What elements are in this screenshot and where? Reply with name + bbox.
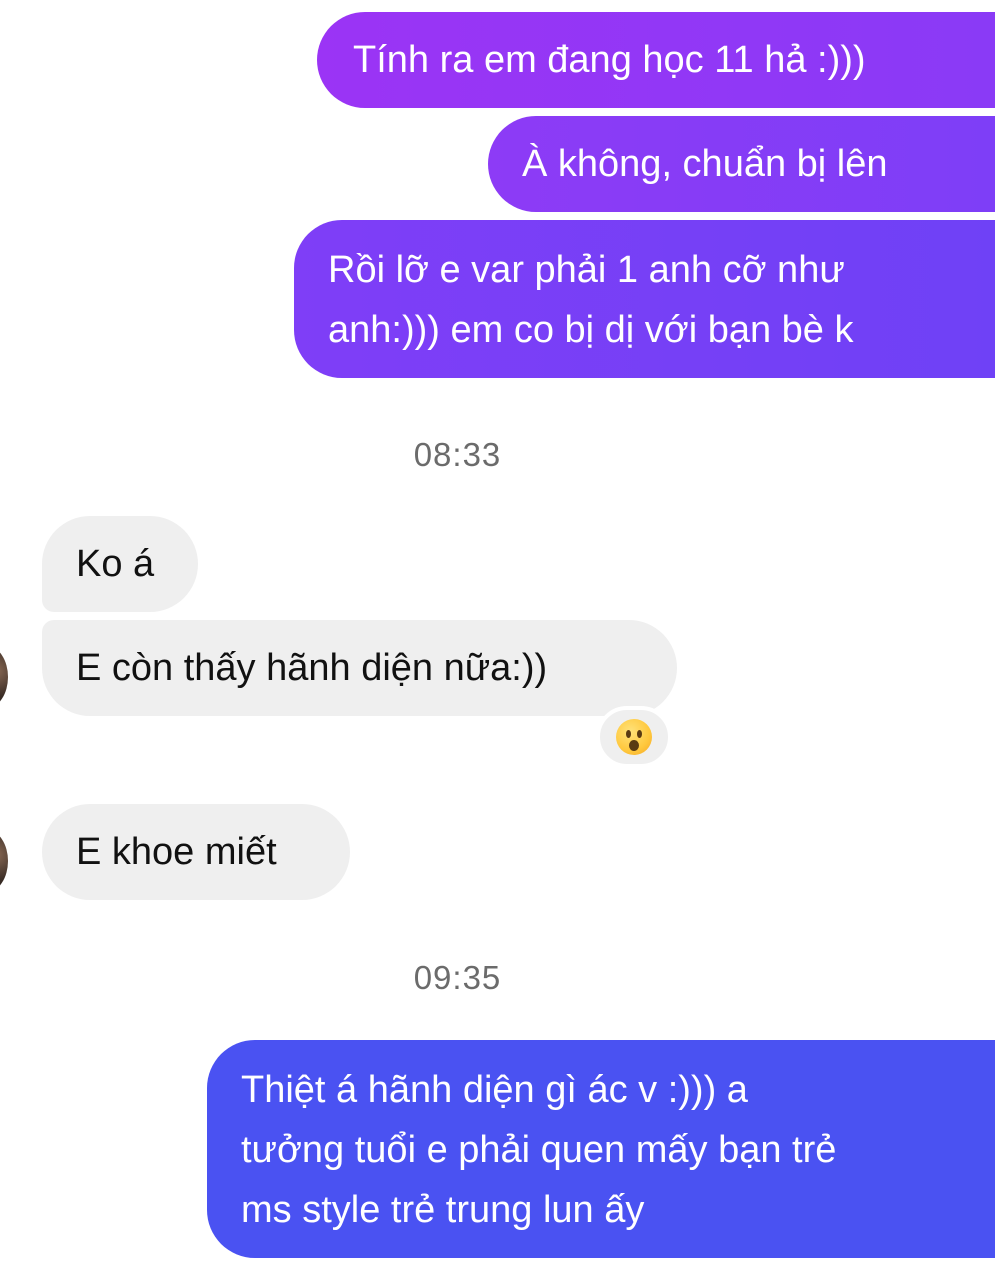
- incoming-message-bubble[interactable]: Ko á: [42, 516, 198, 612]
- incoming-message-bubble[interactable]: E còn thấy hãnh diện nữa:)): [42, 620, 677, 716]
- message-reaction[interactable]: [596, 706, 672, 768]
- outgoing-message-bubble[interactable]: Thiệt á hãnh diện gì ác v :))) a tưởng t…: [207, 1040, 995, 1258]
- surprised-face-emoji-icon: [616, 719, 652, 755]
- outgoing-message-bubble[interactable]: Tính ra em đang học 11 hả :))): [317, 12, 995, 108]
- contact-avatar[interactable]: [0, 646, 8, 708]
- incoming-message-bubble[interactable]: E khoe miết: [42, 804, 350, 900]
- message-timestamp: 09:35: [413, 959, 502, 996]
- outgoing-message-bubble[interactable]: À không, chuẩn bị lên: [488, 116, 995, 212]
- outgoing-message-bubble[interactable]: Rồi lỡ e var phải 1 anh cỡ như anh:))) e…: [294, 220, 995, 378]
- message-timestamp: 08:33: [413, 436, 502, 473]
- contact-avatar[interactable]: [0, 830, 8, 892]
